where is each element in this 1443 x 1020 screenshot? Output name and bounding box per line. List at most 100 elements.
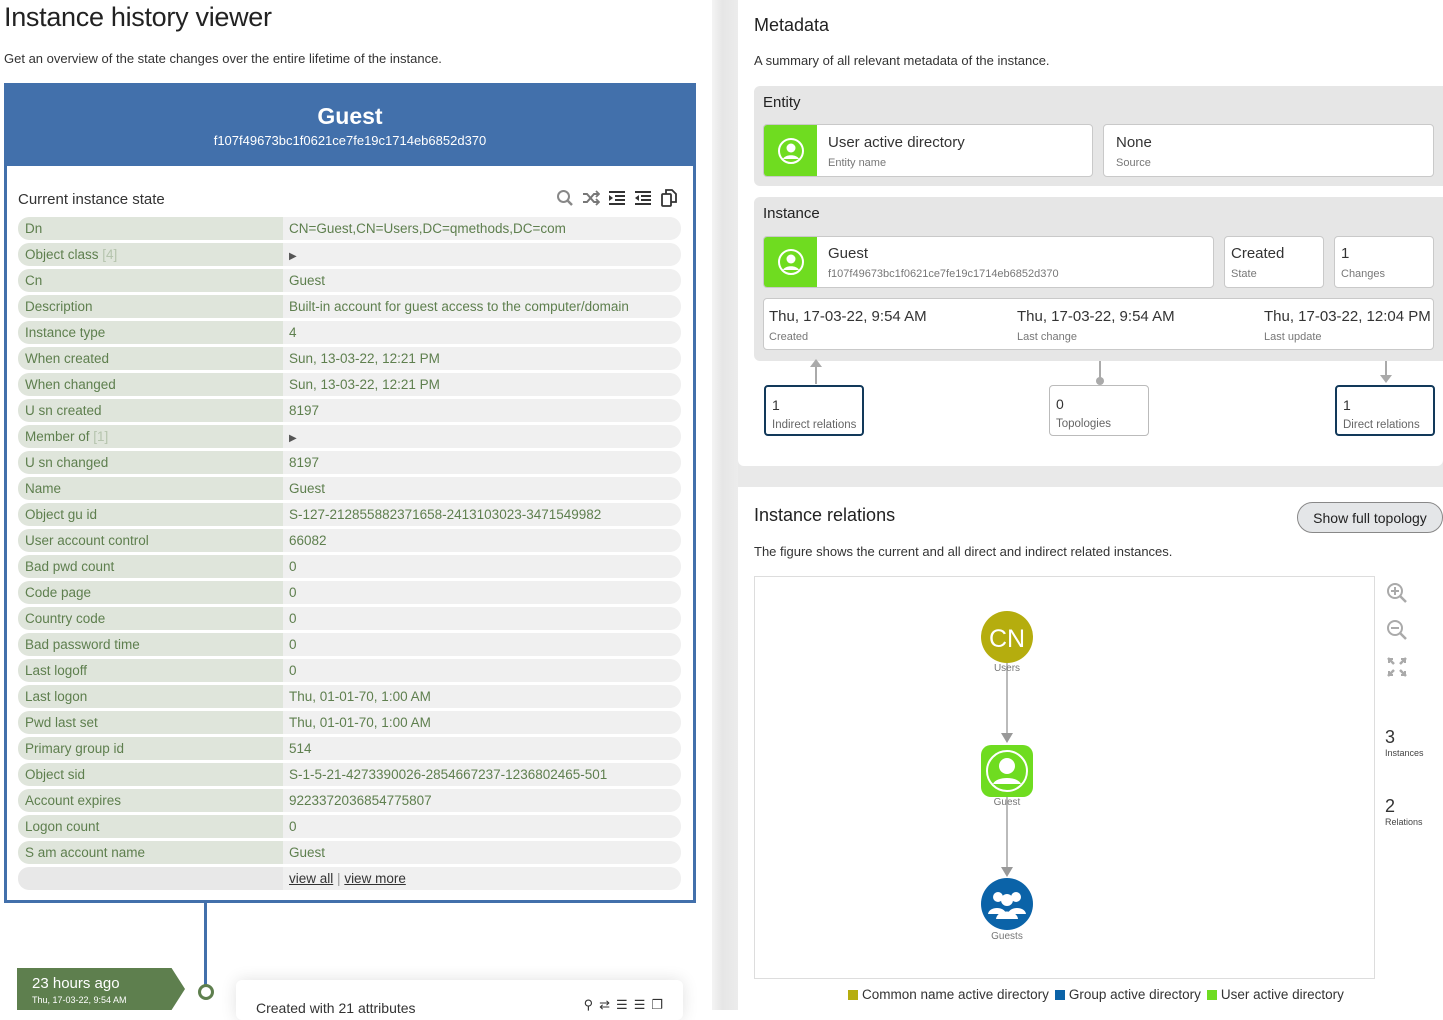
- timeline-line: [204, 903, 207, 991]
- attribute-row: Object gu id S-127-212855882371658-241310…: [18, 503, 681, 526]
- created-date: Thu, 17-03-22, 9:54 AM: [769, 308, 927, 325]
- attribute-key: U sn created: [18, 399, 283, 422]
- instance-name: Guest: [317, 103, 383, 129]
- attribute-key: Last logoff: [18, 659, 283, 682]
- relations-label: Relations: [1385, 817, 1423, 827]
- attribute-row: Cn Guest: [18, 269, 681, 292]
- attribute-key: When changed: [18, 373, 283, 396]
- state-toolbar: [555, 188, 679, 208]
- attribute-count: [4]: [102, 247, 118, 262]
- history-pane: Instance history viewer Get an overview …: [0, 0, 712, 1020]
- indirect-relations-box[interactable]: 1 Indirect relations: [764, 385, 864, 436]
- direct-relations-box[interactable]: 1 Direct relations: [1335, 385, 1435, 436]
- copy-icon[interactable]: ❐: [651, 997, 663, 1013]
- attribute-key: Code page: [18, 581, 283, 604]
- last-update-label: Last update: [1264, 331, 1322, 343]
- legend-swatch: [1206, 990, 1217, 1000]
- attribute-row: Pwd last set Thu, 01-01-70, 1:00 AM: [18, 711, 681, 734]
- instance-name-card: Guest f107f49673bc1f0621ce7fe19c1714eb68…: [763, 236, 1214, 288]
- attribute-row[interactable]: Object class [4] ▶: [18, 243, 681, 266]
- cn-glyph: CN: [989, 625, 1025, 653]
- attribute-row: S am account name Guest: [18, 841, 681, 864]
- expand-caret-icon[interactable]: ▶: [289, 433, 297, 444]
- change-text: Created with 21 attributes: [256, 1000, 416, 1016]
- arrowhead-icon: [1001, 867, 1013, 877]
- view-all-link[interactable]: view all: [289, 871, 333, 886]
- user-icon: [764, 237, 817, 287]
- timeline-ago: 23 hours ago: [32, 975, 120, 992]
- attribute-footer: view all | view more: [18, 867, 681, 890]
- attribute-value: 0: [289, 559, 297, 574]
- changes-label: Changes: [1341, 268, 1386, 280]
- show-full-topology-button[interactable]: Show full topology: [1297, 502, 1443, 533]
- metadata-panel: Metadata A summary of all relevant metad…: [738, 0, 1443, 466]
- timeline-date: Thu, 17-03-22, 9:54 AM: [32, 995, 127, 1005]
- entity-source: None: [1116, 134, 1152, 151]
- outdent-icon[interactable]: [633, 188, 653, 208]
- footer-links: view all | view more: [283, 867, 681, 890]
- timeline-dot[interactable]: [198, 984, 214, 1000]
- attribute-key: Object class [4]: [18, 243, 283, 266]
- last-change-date: Thu, 17-03-22, 9:54 AM: [1017, 308, 1175, 325]
- copy-icon[interactable]: [659, 188, 679, 208]
- user-icon-head: [999, 758, 1015, 774]
- state-title: Current instance state: [18, 191, 165, 208]
- attribute-row: U sn changed 8197: [18, 451, 681, 474]
- entity-label: Entity: [763, 94, 801, 111]
- outdent-icon[interactable]: ☰: [634, 997, 646, 1013]
- attribute-value[interactable]: ▶: [283, 243, 681, 266]
- change-toolbar: ⚲ ⇄ ☰ ☰ ❐: [584, 997, 663, 1013]
- relations-graph[interactable]: CN Users Guest Guests: [754, 576, 1375, 979]
- attribute-value: Sun, 13-03-22, 12:21 PM: [289, 351, 440, 366]
- expand-caret-icon[interactable]: ▶: [289, 251, 297, 262]
- search-icon[interactable]: ⚲: [584, 997, 594, 1013]
- indirect-connector: [815, 366, 817, 384]
- attribute-value: Thu, 01-01-70, 1:00 AM: [289, 715, 431, 730]
- attribute-value[interactable]: ▶: [283, 425, 681, 448]
- fit-screen-icon[interactable]: [1386, 656, 1408, 678]
- changes-value: 1: [1341, 245, 1350, 262]
- instance-label: Instance: [763, 205, 820, 222]
- dates-card: Thu, 17-03-22, 9:54 AM Created Thu, 17-0…: [763, 298, 1434, 350]
- attribute-count: [1]: [93, 429, 109, 444]
- graph-legend: Common name active directory Group activ…: [848, 987, 1344, 1002]
- shuffle-icon[interactable]: ⇄: [599, 997, 610, 1013]
- attribute-row: Last logoff 0: [18, 659, 681, 682]
- view-more-link[interactable]: view more: [344, 871, 406, 886]
- instance-header: Guest f107f49673bc1f0621ce7fe19c1714eb68…: [7, 86, 693, 166]
- attribute-key: Pwd last set: [18, 711, 283, 734]
- attribute-row: Object sid S-1-5-21-4273390026-2854667237…: [18, 763, 681, 786]
- indent-icon[interactable]: ☰: [616, 997, 628, 1013]
- entity-source-label: Source: [1116, 157, 1151, 169]
- attribute-row[interactable]: Member of [1] ▶: [18, 425, 681, 448]
- zoom-in-icon[interactable]: [1386, 582, 1408, 604]
- indent-icon[interactable]: [607, 188, 627, 208]
- attribute-value: S-127-212855882371658-2413103023-3471549…: [289, 507, 602, 522]
- pane-divider: [712, 0, 738, 1010]
- entity-source-card: None Source: [1103, 124, 1434, 177]
- topologies-count: 0: [1056, 396, 1064, 412]
- search-icon[interactable]: [555, 188, 575, 208]
- arrow-down-icon: [1380, 375, 1392, 383]
- attribute-row: Description Built-in account for guest ac…: [18, 295, 681, 318]
- graph-canvas: CN: [981, 611, 1033, 930]
- instances-label: Instances: [1385, 748, 1424, 758]
- user-icon: [764, 125, 817, 176]
- state-card: Created State: [1224, 236, 1324, 288]
- instance-card: Guest f107f49673bc1f0621ce7fe19c1714eb68…: [4, 83, 696, 903]
- entity-group: Entity User active directory Entity name…: [754, 86, 1443, 186]
- attribute-row: U sn created 8197: [18, 399, 681, 422]
- attribute-key: Bad pwd count: [18, 555, 283, 578]
- topologies-box[interactable]: 0 Topologies: [1049, 385, 1149, 436]
- page-title: Instance history viewer: [4, 2, 272, 32]
- attribute-row: Bad password time 0: [18, 633, 681, 656]
- instance-meta-name: Guest: [828, 245, 869, 262]
- direct-count: 1: [1343, 397, 1351, 413]
- attribute-value: Built-in account for guest access to the…: [289, 299, 629, 314]
- metadata-desc: A summary of all relevant metadata of th…: [754, 53, 1050, 68]
- last-update-date: Thu, 17-03-22, 12:04 PM: [1264, 308, 1431, 325]
- attribute-value: Guest: [289, 273, 326, 288]
- relations-desc: The figure shows the current and all dir…: [754, 544, 1173, 559]
- shuffle-icon[interactable]: [581, 188, 601, 208]
- zoom-out-icon[interactable]: [1386, 619, 1408, 641]
